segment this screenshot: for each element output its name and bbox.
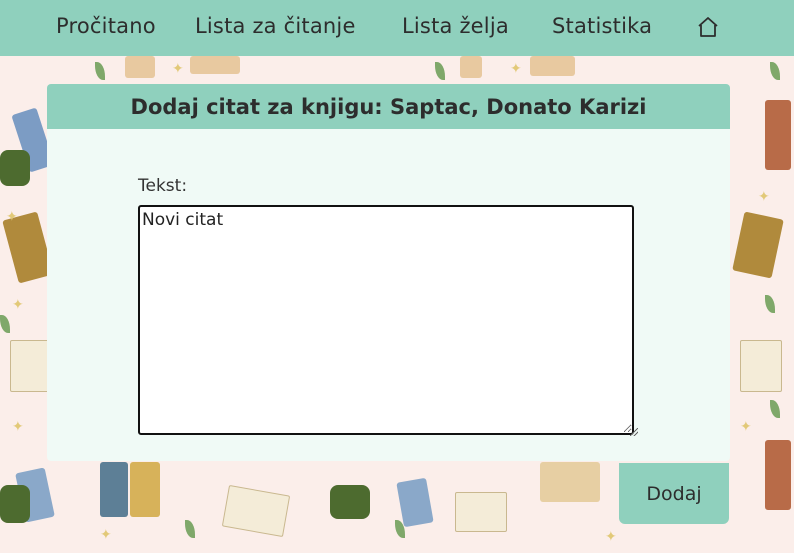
book-illustration <box>125 56 155 78</box>
arm-illustration <box>0 150 30 186</box>
book-illustration <box>460 56 482 78</box>
arm-illustration <box>330 485 370 519</box>
book-illustration <box>540 462 600 502</box>
resize-handle[interactable] <box>630 428 638 436</box>
book-illustration <box>396 477 434 528</box>
leaf-illustration <box>770 400 780 418</box>
sparkle-illustration: ✦ <box>100 527 112 543</box>
nav-item-procitano[interactable]: Pročitano <box>56 14 156 38</box>
sparkle-illustration: ✦ <box>740 419 752 435</box>
book-illustration <box>740 340 782 392</box>
book-illustration <box>455 492 507 532</box>
book-illustration <box>221 484 291 538</box>
leaf-illustration <box>770 62 780 80</box>
book-illustration <box>100 462 128 517</box>
book-illustration <box>732 211 784 279</box>
sparkle-illustration: ✦ <box>758 189 770 205</box>
sparkle-illustration: ✦ <box>12 297 24 313</box>
home-icon[interactable] <box>696 15 720 39</box>
book-illustration <box>130 462 160 517</box>
sparkle-illustration: ✦ <box>12 419 24 435</box>
book-illustration <box>530 56 575 76</box>
page-title: Dodaj citat za knjigu: Saptac, Donato Ka… <box>130 94 647 119</box>
top-navigation: Pročitano Lista za čitanje Lista želja S… <box>0 0 794 56</box>
sparkle-illustration: ✦ <box>6 209 18 225</box>
book-illustration <box>765 440 791 510</box>
arm-illustration <box>0 485 30 523</box>
book-illustration <box>190 56 240 74</box>
nav-item-lista-za-citanje[interactable]: Lista za čitanje <box>195 14 356 38</box>
leaf-illustration <box>765 295 775 313</box>
nav-item-statistika[interactable]: Statistika <box>552 14 652 38</box>
nav-item-lista-zelja[interactable]: Lista želja <box>402 14 509 38</box>
sparkle-illustration: ✦ <box>172 61 184 77</box>
sparkle-illustration: ✦ <box>605 529 617 545</box>
book-illustration <box>765 100 791 170</box>
add-button[interactable]: Dodaj <box>619 463 729 524</box>
add-quote-card: Dodaj citat za knjigu: Saptac, Donato Ka… <box>47 84 730 461</box>
leaf-illustration <box>0 315 10 333</box>
sparkle-illustration: ✦ <box>510 61 522 77</box>
leaf-illustration <box>185 520 195 538</box>
card-header: Dodaj citat za knjigu: Saptac, Donato Ka… <box>47 84 730 129</box>
quote-text-input[interactable]: Novi citat <box>138 205 634 435</box>
text-label: Tekst: <box>138 176 188 196</box>
leaf-illustration <box>95 62 105 80</box>
book-illustration <box>10 340 50 392</box>
leaf-illustration <box>435 62 445 80</box>
